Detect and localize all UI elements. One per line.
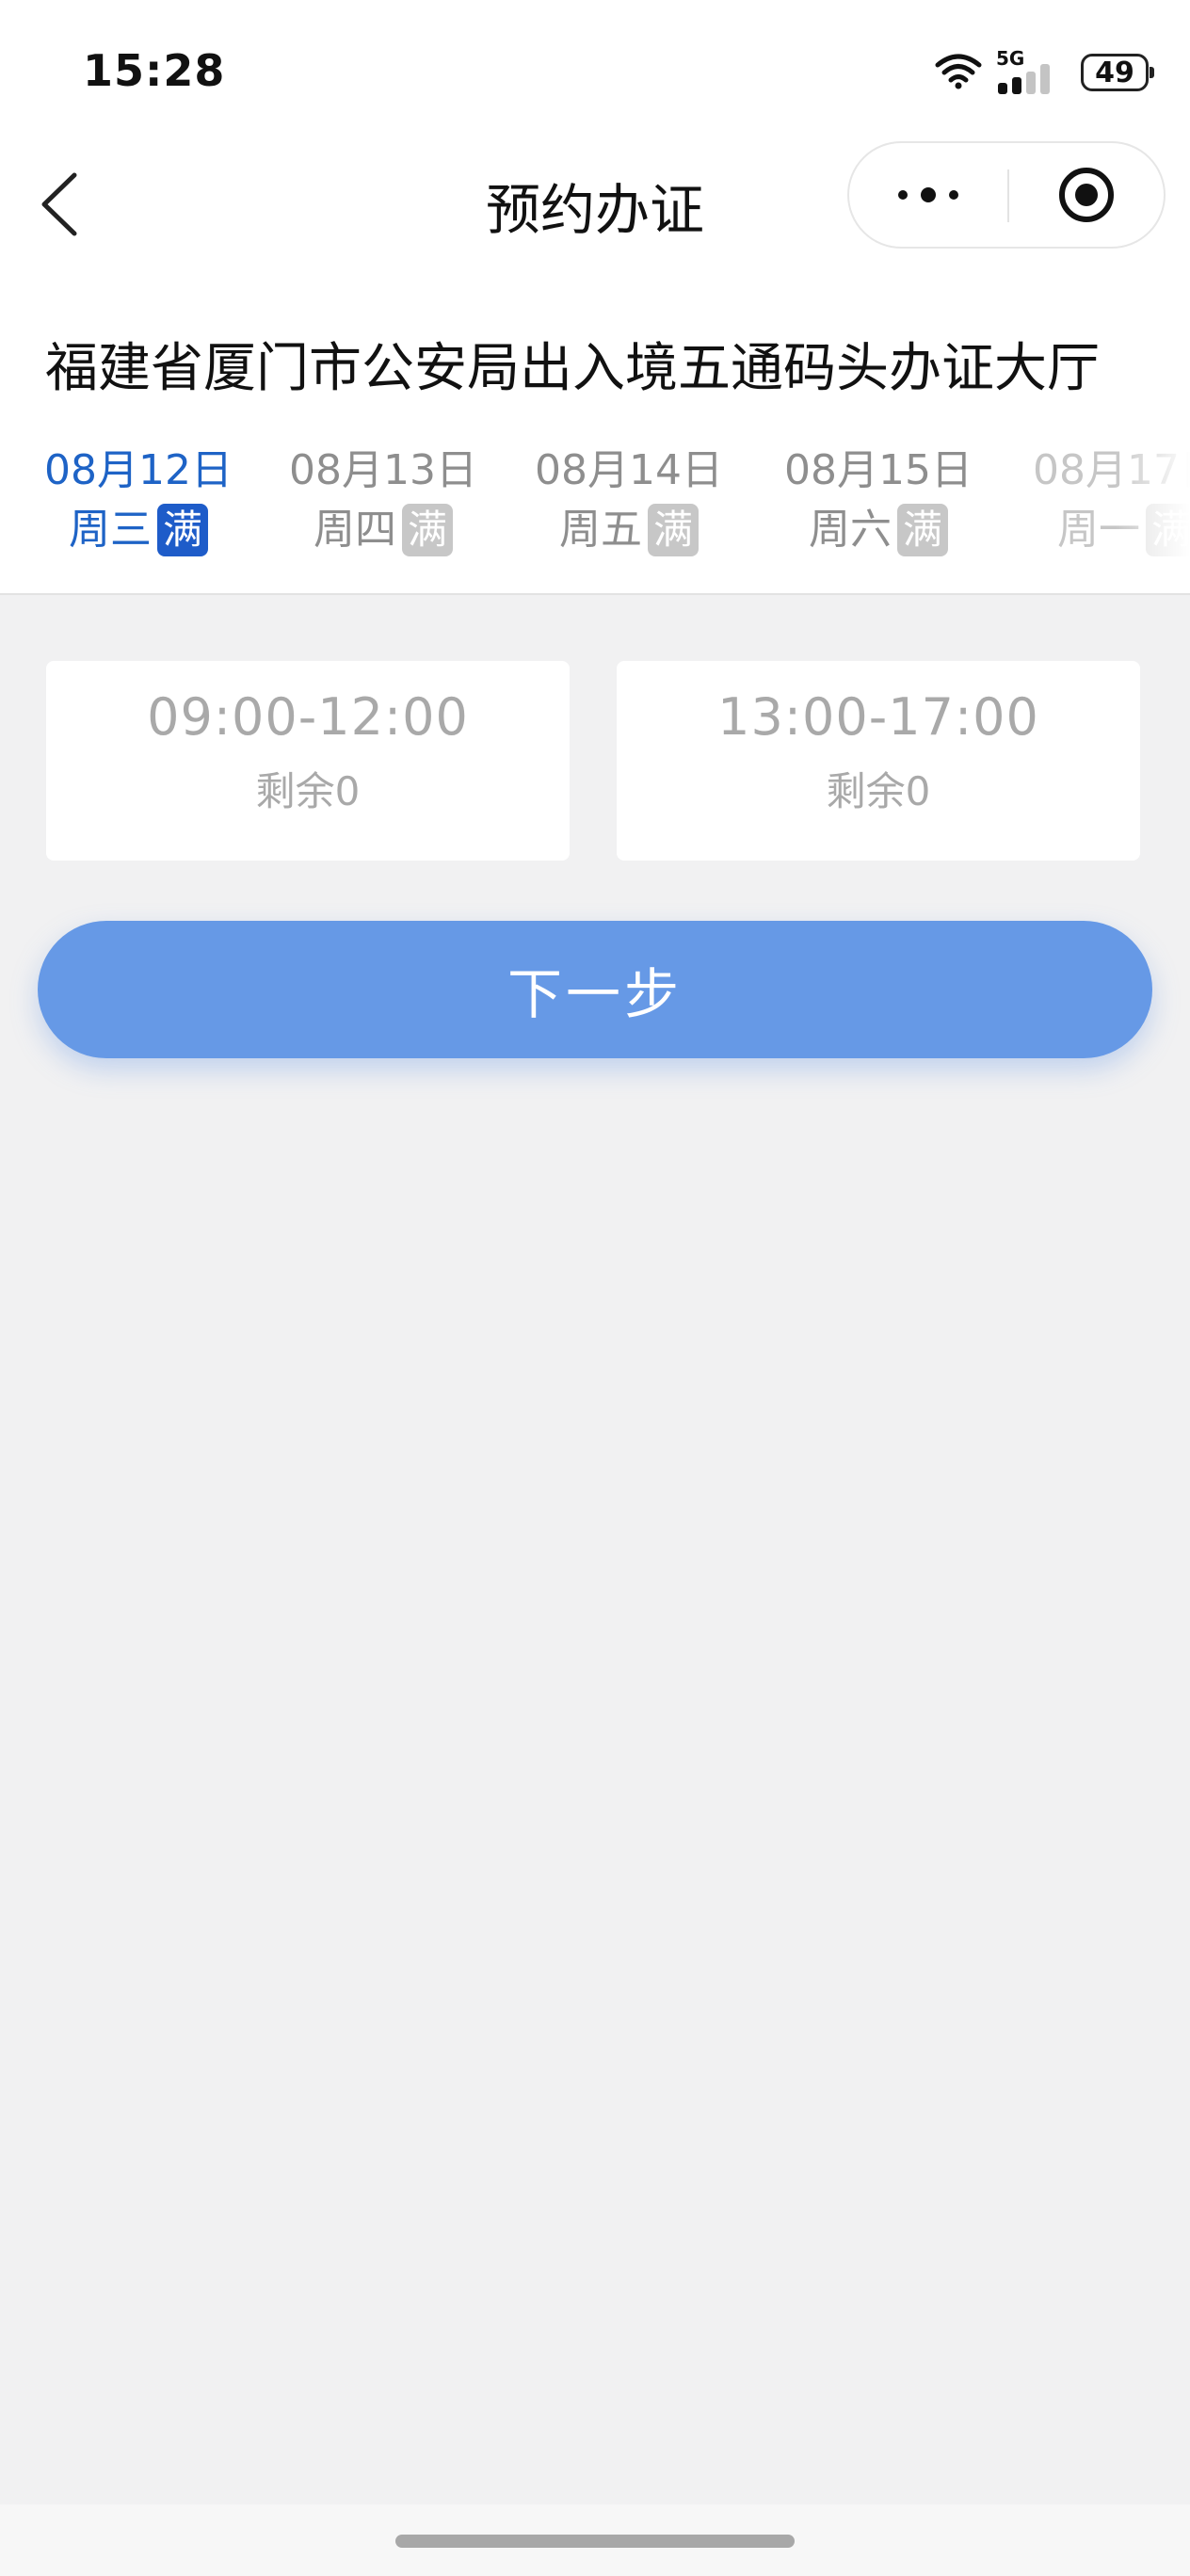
- mini-program-capsule: [847, 141, 1166, 249]
- battery-level: 49: [1095, 56, 1134, 89]
- date-tab-0815[interactable]: 08月15日 周六满: [770, 443, 987, 559]
- home-indicator[interactable]: [395, 2535, 795, 2548]
- full-badge: 满: [401, 504, 453, 556]
- weekday-label: 周三: [68, 506, 152, 554]
- status-time: 15:28: [83, 45, 226, 96]
- weekday-label: 周六: [808, 506, 892, 554]
- wifi-icon: [934, 52, 983, 93]
- date-label: 08月12日: [44, 446, 233, 494]
- time-slot-afternoon[interactable]: 13:00-17:00 剩余0: [617, 661, 1140, 861]
- more-dots-icon: [898, 187, 958, 202]
- date-label: 08月14日: [535, 446, 723, 494]
- date-label: 08月15日: [784, 446, 973, 494]
- time-slot-morning[interactable]: 09:00-12:00 剩余0: [46, 661, 570, 861]
- close-mini-program-button[interactable]: [1009, 143, 1164, 247]
- slot-time: 13:00-17:00: [717, 687, 1039, 747]
- status-icons: 5G 49: [934, 49, 1154, 96]
- hall-name: 福建省厦门市公安局出入境五通码头办证大厅: [45, 338, 1100, 399]
- header-divider: [0, 593, 1190, 595]
- date-tab-0813[interactable]: 08月13日 周四满: [275, 443, 491, 559]
- cellular-signal-icon: 5G: [996, 49, 1068, 96]
- more-button[interactable]: [849, 143, 1007, 247]
- weekday-label: 周四: [313, 506, 396, 554]
- full-badge: 满: [647, 504, 699, 556]
- date-tab-0812[interactable]: 08月12日 周三满: [30, 443, 247, 559]
- slot-remaining: 剩余0: [255, 768, 361, 814]
- battery-icon: 49: [1081, 54, 1154, 91]
- full-badge: 满: [896, 504, 948, 556]
- date-tabs: 08月12日 周三满 08月13日 周四满 08月14日 周五满 08月15日 …: [0, 443, 1190, 565]
- slot-time: 09:00-12:00: [147, 687, 469, 747]
- scroll-fade: [1115, 443, 1190, 565]
- slot-remaining: 剩余0: [826, 768, 931, 814]
- date-tab-0814[interactable]: 08月14日 周五满: [521, 443, 737, 559]
- date-label: 08月13日: [289, 446, 477, 494]
- target-circle-icon: [1059, 168, 1114, 222]
- full-badge: 满: [156, 504, 208, 556]
- weekday-label: 周五: [558, 506, 642, 554]
- next-step-button[interactable]: 下一步: [38, 921, 1152, 1058]
